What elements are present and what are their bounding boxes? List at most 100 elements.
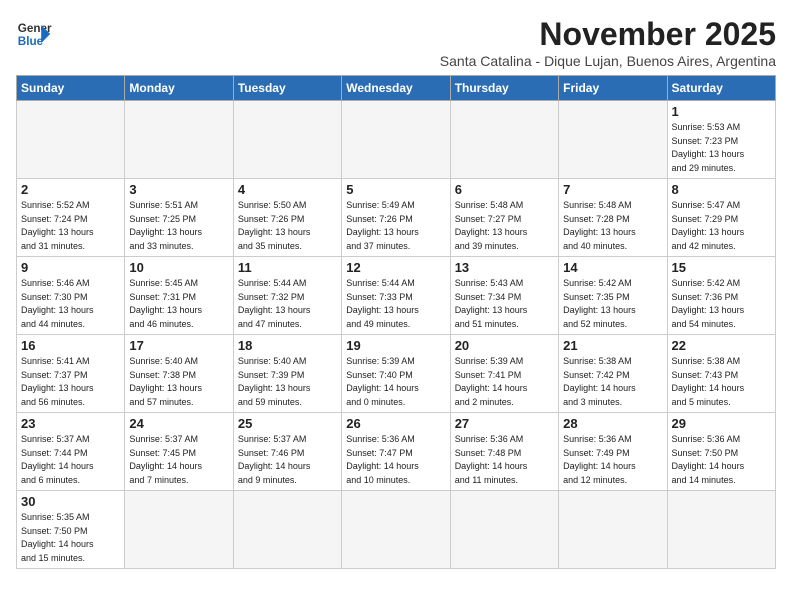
day-info: Sunrise: 5:36 AM Sunset: 7:48 PM Dayligh… [455, 433, 554, 487]
weekday-header-thursday: Thursday [450, 76, 558, 101]
calendar-cell: 11 Sunrise: 5:44 AM Sunset: 7:32 PM Dayli… [233, 257, 341, 335]
weekday-header-monday: Monday [125, 76, 233, 101]
calendar-cell: 3 Sunrise: 5:51 AM Sunset: 7:25 PM Daylig… [125, 179, 233, 257]
day-info: Sunrise: 5:48 AM Sunset: 7:27 PM Dayligh… [455, 199, 554, 253]
day-number: 8 [672, 182, 771, 197]
calendar-cell [233, 491, 341, 569]
calendar-cell [450, 101, 558, 179]
weekday-header-friday: Friday [559, 76, 667, 101]
calendar-cell: 4 Sunrise: 5:50 AM Sunset: 7:26 PM Daylig… [233, 179, 341, 257]
calendar-cell: 15Sunrise: 5:42 AM Sunset: 7:36 PM Dayli… [667, 257, 775, 335]
day-number: 15 [672, 260, 771, 275]
calendar-cell: 1 Sunrise: 5:53 AM Sunset: 7:23 PM Daylig… [667, 101, 775, 179]
calendar-cell: 17 Sunrise: 5:40 AM Sunset: 7:38 PM Dayli… [125, 335, 233, 413]
page-header: General Blue November 2025 Santa Catalin… [16, 16, 776, 69]
day-info: Sunrise: 5:46 AM Sunset: 7:30 PM Dayligh… [21, 277, 120, 331]
weekday-header-sunday: Sunday [17, 76, 125, 101]
calendar-cell: 12Sunrise: 5:44 AM Sunset: 7:33 PM Dayli… [342, 257, 450, 335]
day-number: 2 [21, 182, 120, 197]
day-number: 4 [238, 182, 337, 197]
day-number: 18 [238, 338, 337, 353]
day-info: Sunrise: 5:40 AM Sunset: 7:39 PM Dayligh… [238, 355, 337, 409]
day-number: 9 [21, 260, 120, 275]
calendar-cell [125, 101, 233, 179]
day-info: Sunrise: 5:38 AM Sunset: 7:43 PM Dayligh… [672, 355, 771, 409]
day-info: Sunrise: 5:39 AM Sunset: 7:41 PM Dayligh… [455, 355, 554, 409]
day-number: 6 [455, 182, 554, 197]
calendar-cell [667, 491, 775, 569]
day-info: Sunrise: 5:37 AM Sunset: 7:45 PM Dayligh… [129, 433, 228, 487]
calendar-cell [342, 491, 450, 569]
day-number: 30 [21, 494, 120, 509]
calendar-cell: 8 Sunrise: 5:47 AM Sunset: 7:29 PM Daylig… [667, 179, 775, 257]
day-number: 1 [672, 104, 771, 119]
calendar-cell: 18 Sunrise: 5:40 AM Sunset: 7:39 PM Dayli… [233, 335, 341, 413]
day-info: Sunrise: 5:44 AM Sunset: 7:32 PM Dayligh… [238, 277, 337, 331]
calendar-week-1: 1 Sunrise: 5:53 AM Sunset: 7:23 PM Daylig… [17, 101, 776, 179]
calendar-cell: 24 Sunrise: 5:37 AM Sunset: 7:45 PM Dayli… [125, 413, 233, 491]
day-info: Sunrise: 5:36 AM Sunset: 7:49 PM Dayligh… [563, 433, 662, 487]
day-info: Sunrise: 5:37 AM Sunset: 7:46 PM Dayligh… [238, 433, 337, 487]
day-number: 16 [21, 338, 120, 353]
day-info: Sunrise: 5:35 AM Sunset: 7:50 PM Dayligh… [21, 511, 120, 565]
calendar-cell: 5Sunrise: 5:49 AM Sunset: 7:26 PM Daylig… [342, 179, 450, 257]
day-number: 22 [672, 338, 771, 353]
day-number: 27 [455, 416, 554, 431]
day-number: 12 [346, 260, 445, 275]
calendar-cell [559, 491, 667, 569]
day-number: 24 [129, 416, 228, 431]
day-number: 17 [129, 338, 228, 353]
calendar-cell [342, 101, 450, 179]
calendar-cell: 20 Sunrise: 5:39 AM Sunset: 7:41 PM Dayli… [450, 335, 558, 413]
calendar-week-3: 9 Sunrise: 5:46 AM Sunset: 7:30 PM Daylig… [17, 257, 776, 335]
calendar-cell: 14Sunrise: 5:42 AM Sunset: 7:35 PM Dayli… [559, 257, 667, 335]
day-info: Sunrise: 5:37 AM Sunset: 7:44 PM Dayligh… [21, 433, 120, 487]
day-number: 26 [346, 416, 445, 431]
calendar-table: SundayMondayTuesdayWednesdayThursdayFrid… [16, 75, 776, 569]
weekday-header-saturday: Saturday [667, 76, 775, 101]
calendar-cell [233, 101, 341, 179]
calendar-cell: 19 Sunrise: 5:39 AM Sunset: 7:40 PM Dayli… [342, 335, 450, 413]
calendar-cell [17, 101, 125, 179]
calendar-cell: 29Sunrise: 5:36 AM Sunset: 7:50 PM Dayli… [667, 413, 775, 491]
day-info: Sunrise: 5:47 AM Sunset: 7:29 PM Dayligh… [672, 199, 771, 253]
day-number: 3 [129, 182, 228, 197]
calendar-cell: 9 Sunrise: 5:46 AM Sunset: 7:30 PM Daylig… [17, 257, 125, 335]
calendar-cell: 27 Sunrise: 5:36 AM Sunset: 7:48 PM Dayli… [450, 413, 558, 491]
day-number: 13 [455, 260, 554, 275]
day-info: Sunrise: 5:36 AM Sunset: 7:50 PM Dayligh… [672, 433, 771, 487]
day-info: Sunrise: 5:51 AM Sunset: 7:25 PM Dayligh… [129, 199, 228, 253]
calendar-cell [559, 101, 667, 179]
calendar-week-6: 30 Sunrise: 5:35 AM Sunset: 7:50 PM Dayli… [17, 491, 776, 569]
logo: General Blue [16, 16, 52, 52]
day-info: Sunrise: 5:50 AM Sunset: 7:26 PM Dayligh… [238, 199, 337, 253]
weekday-header-wednesday: Wednesday [342, 76, 450, 101]
day-info: Sunrise: 5:36 AM Sunset: 7:47 PM Dayligh… [346, 433, 445, 487]
day-number: 14 [563, 260, 662, 275]
day-info: Sunrise: 5:45 AM Sunset: 7:31 PM Dayligh… [129, 277, 228, 331]
day-number: 25 [238, 416, 337, 431]
day-info: Sunrise: 5:53 AM Sunset: 7:23 PM Dayligh… [672, 121, 771, 175]
day-info: Sunrise: 5:38 AM Sunset: 7:42 PM Dayligh… [563, 355, 662, 409]
day-number: 28 [563, 416, 662, 431]
day-number: 11 [238, 260, 337, 275]
day-number: 19 [346, 338, 445, 353]
logo-icon: General Blue [16, 16, 52, 52]
day-info: Sunrise: 5:40 AM Sunset: 7:38 PM Dayligh… [129, 355, 228, 409]
subtitle: Santa Catalina - Dique Lujan, Buenos Air… [440, 53, 776, 69]
calendar-cell [450, 491, 558, 569]
calendar-cell: 21Sunrise: 5:38 AM Sunset: 7:42 PM Dayli… [559, 335, 667, 413]
day-info: Sunrise: 5:52 AM Sunset: 7:24 PM Dayligh… [21, 199, 120, 253]
day-number: 20 [455, 338, 554, 353]
calendar-cell [125, 491, 233, 569]
day-info: Sunrise: 5:49 AM Sunset: 7:26 PM Dayligh… [346, 199, 445, 253]
calendar-cell: 2 Sunrise: 5:52 AM Sunset: 7:24 PM Daylig… [17, 179, 125, 257]
day-info: Sunrise: 5:39 AM Sunset: 7:40 PM Dayligh… [346, 355, 445, 409]
calendar-cell: 13Sunrise: 5:43 AM Sunset: 7:34 PM Dayli… [450, 257, 558, 335]
day-info: Sunrise: 5:48 AM Sunset: 7:28 PM Dayligh… [563, 199, 662, 253]
calendar-week-2: 2 Sunrise: 5:52 AM Sunset: 7:24 PM Daylig… [17, 179, 776, 257]
day-number: 10 [129, 260, 228, 275]
weekday-header-row: SundayMondayTuesdayWednesdayThursdayFrid… [17, 76, 776, 101]
day-number: 7 [563, 182, 662, 197]
calendar-cell: 23Sunrise: 5:37 AM Sunset: 7:44 PM Dayli… [17, 413, 125, 491]
